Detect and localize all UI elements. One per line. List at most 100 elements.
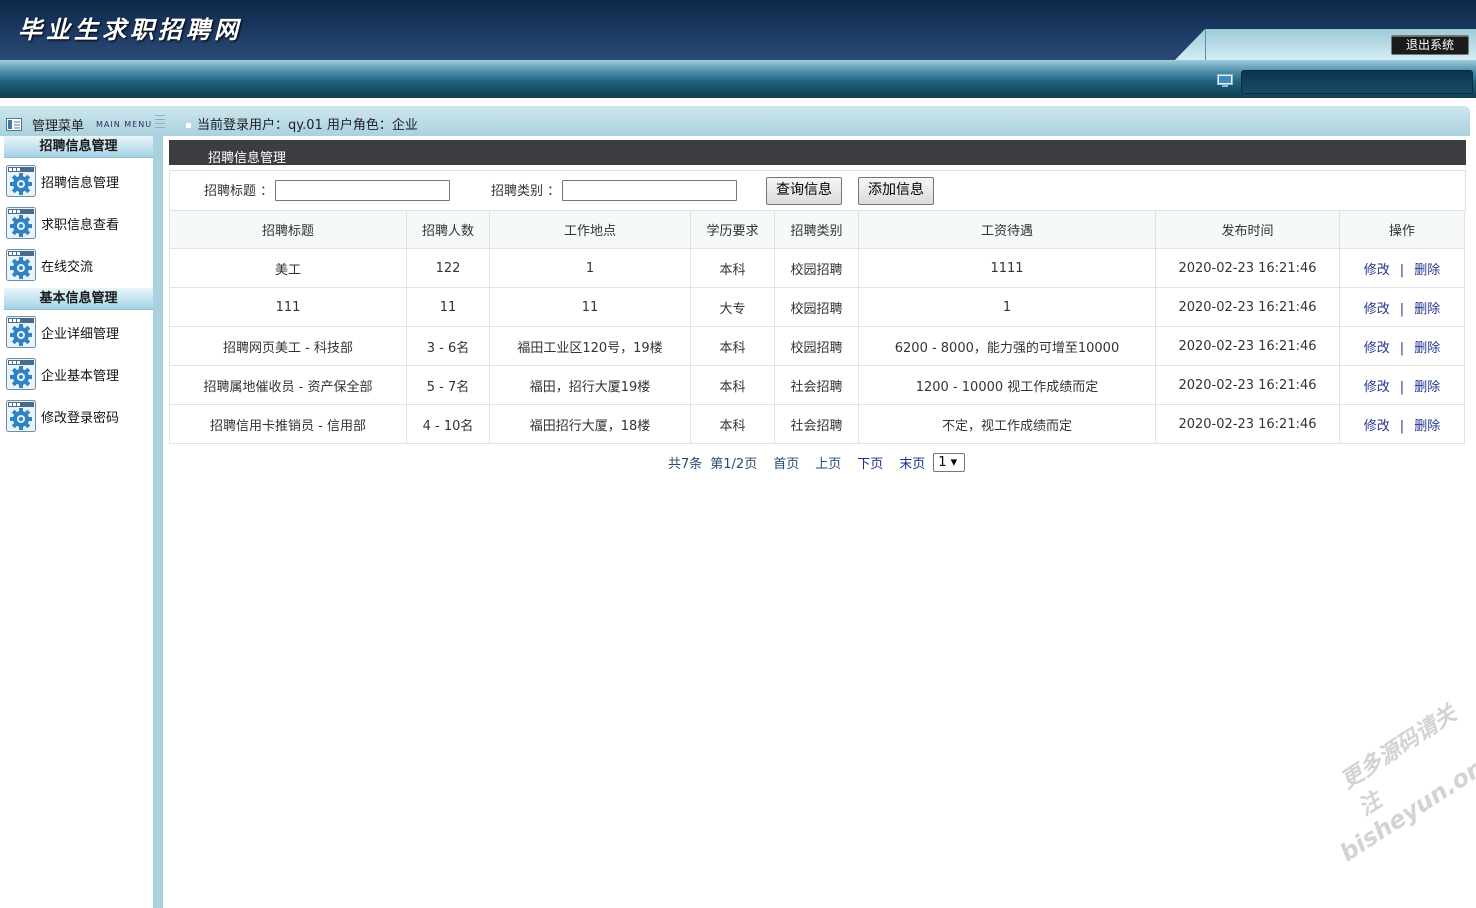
table-cell: 2020-02-23 16:21:46: [1155, 248, 1340, 288]
prev-page-link[interactable]: 上页: [815, 453, 841, 472]
row-actions: 修改 | 删除: [1339, 365, 1465, 405]
table-cell: 福田，招行大厦19楼: [489, 365, 691, 405]
pagination: 共7条 第1/2页 首页 上页 下页 末页 1 ▾: [668, 452, 966, 472]
watermark-line1: 更多源码请关注: [1336, 701, 1462, 822]
table-cell: 校园招聘: [774, 248, 859, 288]
row-actions: 修改 | 删除: [1339, 326, 1465, 366]
sidebar-item-label: 在线交流: [41, 259, 94, 275]
sidebar-item-online-chat[interactable]: 在线交流: [6, 248, 151, 282]
table-row: 招聘信用卡推销员 - 信用部 4 - 10名 福田招行大厦，18楼 本科 社会招聘 不定，…: [169, 404, 1465, 444]
table-cell: 2020-02-23 16:21:46: [1155, 365, 1340, 405]
last-page-link[interactable]: 末页: [899, 453, 925, 472]
first-page-link[interactable]: 首页: [773, 453, 799, 472]
page-select[interactable]: 1 ▾: [933, 452, 966, 472]
next-page-link[interactable]: 下页: [857, 453, 883, 472]
table-cell: 招聘信用卡推销员 - 信用部: [169, 404, 407, 444]
table-cell: 社会招聘: [774, 404, 859, 444]
gear-icon: [6, 207, 36, 239]
menu-title-en: MAIN MENU: [96, 119, 153, 129]
menu-header: 管理菜单 MAIN MENU: [6, 116, 153, 134]
sidebar-item-company-detail[interactable]: 企业详细管理: [6, 315, 151, 349]
logout-button[interactable]: 退出系统: [1391, 35, 1469, 55]
table-cell: 3 - 6名: [406, 326, 490, 366]
column-header: 操作: [1339, 210, 1465, 249]
table-cell: 招聘网页美工 - 科技部: [169, 326, 407, 366]
gear-icon: [6, 400, 36, 432]
current-user-info: 当前登录用户：qy.01 用户角色：企业: [186, 114, 418, 133]
table-header-row: 招聘标题 招聘人数 工作地点 学历要求 招聘类别 工资待遇 发布时间 操作: [169, 210, 1465, 249]
delete-link[interactable]: 删除: [1414, 263, 1440, 278]
action-separator: |: [1399, 262, 1405, 278]
edit-link[interactable]: 修改: [1364, 419, 1390, 434]
edit-link[interactable]: 修改: [1364, 302, 1390, 317]
table-cell: 2020-02-23 16:21:46: [1155, 326, 1340, 366]
edit-link[interactable]: 修改: [1364, 380, 1390, 395]
table-cell: 本科: [690, 404, 775, 444]
delete-link[interactable]: 删除: [1414, 341, 1440, 356]
action-separator: |: [1399, 418, 1405, 434]
column-header[interactable]: 发布时间: [1155, 210, 1340, 249]
gear-icon: [6, 358, 36, 390]
user-info-text: 当前登录用户：qy.01 用户角色：企业: [197, 118, 418, 133]
watermark-line2: bisheyun.org: [1334, 747, 1476, 868]
delete-link[interactable]: 删除: [1414, 419, 1440, 434]
table-cell: 社会招聘: [774, 365, 859, 405]
total-count: 共7条: [668, 456, 703, 472]
table-cell: 6200 - 8000，能力强的可增至10000: [858, 326, 1156, 366]
table-row: 111 11 11 大专 校园招聘 1 2020-02-23 16:21:46 修改 | 删除: [169, 287, 1465, 327]
sidebar-item-label: 修改登录密码: [41, 410, 120, 426]
category-search-input[interactable]: [562, 180, 737, 201]
table-cell: 1200 - 10000 视工作成绩而定: [858, 365, 1156, 405]
sidebar-item-recruitment-management[interactable]: 招聘信息管理: [6, 164, 151, 198]
table-cell: 4 - 10名: [406, 404, 490, 444]
sidebar-item-label: 招聘信息管理: [41, 175, 120, 191]
column-header[interactable]: 招聘人数: [406, 210, 490, 249]
table-cell: 招聘属地催收员 - 资产保全部: [169, 365, 407, 405]
table-cell: 111: [169, 287, 407, 327]
collapse-handle-icon[interactable]: [155, 115, 165, 131]
column-header[interactable]: 工作地点: [489, 210, 691, 249]
table-cell: 福田招行大厦，18楼: [489, 404, 691, 444]
table-cell: 校园招聘: [774, 287, 859, 327]
gear-icon: [6, 165, 36, 197]
column-header[interactable]: 学历要求: [690, 210, 775, 249]
query-button[interactable]: 查询信息: [766, 177, 842, 205]
action-separator: |: [1399, 340, 1405, 356]
sidebar-item-company-basic[interactable]: 企业基本管理: [6, 357, 151, 391]
delete-link[interactable]: 删除: [1414, 380, 1440, 395]
table-cell: 大专: [690, 287, 775, 327]
row-actions: 修改 | 删除: [1339, 404, 1465, 444]
table-row: 招聘属地催收员 - 资产保全部 5 - 7名 福田，招行大厦19楼 本科 社会招聘 120…: [169, 365, 1465, 405]
column-header[interactable]: 招聘标题: [169, 210, 407, 249]
table-cell: 本科: [690, 365, 775, 405]
column-header[interactable]: 招聘类别: [774, 210, 859, 249]
table-cell: 校园招聘: [774, 326, 859, 366]
category-search-label: 招聘类别 ：: [491, 184, 561, 199]
row-actions: 修改 | 删除: [1339, 248, 1465, 288]
sidebar-border: [153, 136, 163, 908]
table-cell: 美工: [169, 248, 407, 288]
table-cell: 5 - 7名: [406, 365, 490, 405]
gear-icon: [6, 316, 36, 348]
delete-link[interactable]: 删除: [1414, 302, 1440, 317]
recruitment-table: 招聘标题 招聘人数 工作地点 学历要求 招聘类别 工资待遇 发布时间 操作 美工…: [169, 210, 1465, 444]
sidebar-item-jobseeker-view[interactable]: 求职信息查看: [6, 206, 151, 240]
monitor-icon: [1217, 74, 1233, 87]
table-cell: 本科: [690, 248, 775, 288]
edit-link[interactable]: 修改: [1364, 263, 1390, 278]
title-search-input[interactable]: [275, 180, 450, 201]
sidebar-item-label: 企业详细管理: [41, 326, 120, 342]
sidebar-item-change-password[interactable]: 修改登录密码: [6, 399, 151, 433]
edit-link[interactable]: 修改: [1364, 341, 1390, 356]
sidebar-group-recruitment[interactable]: 招聘信息管理: [4, 136, 153, 158]
table-cell: 1111: [858, 248, 1156, 288]
menu-title: 管理菜单: [32, 118, 85, 134]
column-header[interactable]: 工资待遇: [858, 210, 1156, 249]
table-cell: 不定，视工作成绩而定: [858, 404, 1156, 444]
table-cell: 1: [858, 287, 1156, 327]
table-row: 招聘网页美工 - 科技部 3 - 6名 福田工业区120号，19楼 本科 校园招聘 620…: [169, 326, 1465, 366]
table-cell: 本科: [690, 326, 775, 366]
add-button[interactable]: 添加信息: [858, 177, 934, 205]
sidebar-group-basic-info[interactable]: 基本信息管理: [4, 288, 153, 310]
table-cell: 福田工业区120号，19楼: [489, 326, 691, 366]
